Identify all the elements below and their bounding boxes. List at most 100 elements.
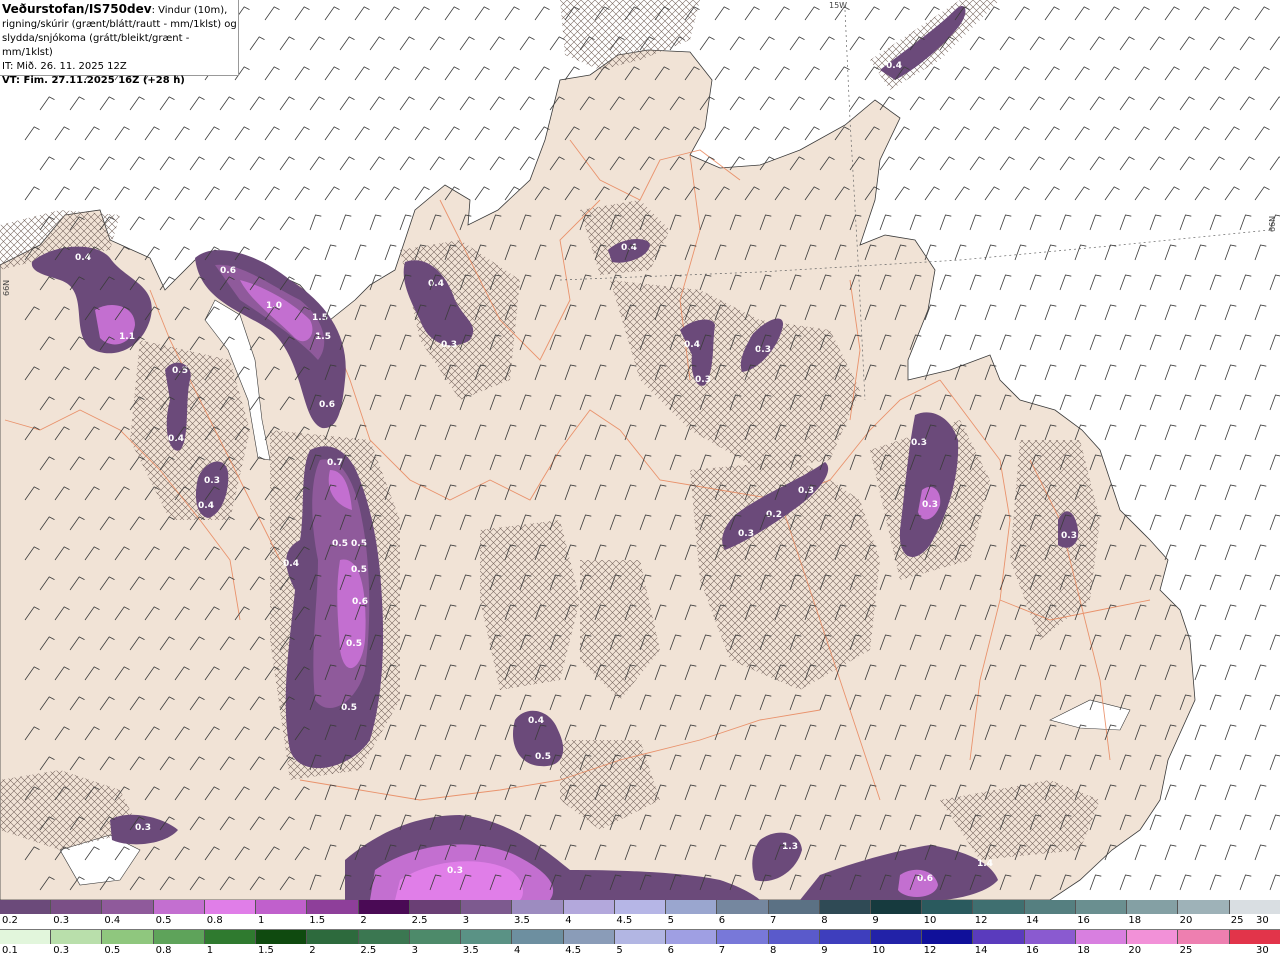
legend-label: 6 bbox=[667, 945, 674, 956]
snow-legend-labels: 0.2 0.3 0.4 0.5 0.8 1 1.5 2 2.5 3 3.5 4 4.5 5 6 7 8 9 10 12… bbox=[0, 915, 1280, 929]
rain-legend: 0.1 0.3 0.5 0.8 1 1.5 2 2.5 3 3.5 4 4.5 5 6 7 8 9 10 12 14 1… bbox=[0, 929, 1280, 958]
legend-swatch bbox=[512, 930, 564, 944]
legend-label: 0.8 bbox=[206, 915, 223, 926]
legend-label: 8 bbox=[770, 945, 777, 956]
legend-swatch bbox=[1229, 930, 1280, 944]
legend-swatch bbox=[563, 930, 615, 944]
legend-swatch bbox=[51, 900, 103, 914]
precip-value-label: 0.7 bbox=[327, 458, 343, 468]
legend-swatch bbox=[870, 930, 923, 944]
legend-label: 6 bbox=[718, 915, 726, 926]
legend-label: 25 bbox=[1230, 915, 1244, 926]
legend-label: 30 bbox=[1256, 945, 1269, 956]
legend-swatch bbox=[256, 900, 308, 914]
legend-label: 1.5 bbox=[309, 915, 326, 926]
legend-swatch bbox=[768, 900, 820, 914]
precip-value-label: 0.5 bbox=[351, 565, 367, 575]
precip-value-label: 0.5 bbox=[351, 539, 367, 549]
legend-swatch bbox=[922, 900, 974, 914]
valid-time: VT: Fim. 27.11.2025 16Z (+28 h) bbox=[2, 75, 185, 86]
legend-label: 0.5 bbox=[155, 915, 172, 926]
legend-label: 12 bbox=[974, 915, 988, 926]
legend-label: 10 bbox=[923, 915, 937, 926]
legend-label: 0.3 bbox=[53, 915, 70, 926]
legend-label: 14 bbox=[1026, 915, 1039, 926]
snow-legend: 0.2 0.3 0.4 0.5 0.8 1 1.5 2 2.5 3 3.5 4 4.5 5 6 7 8 9 10 12… bbox=[0, 900, 1280, 929]
precip-value-label: 0.5 bbox=[346, 639, 362, 649]
legend-label: 3 bbox=[411, 945, 418, 956]
legend-swatch bbox=[1127, 900, 1179, 914]
legend-label: 16 bbox=[1026, 945, 1039, 956]
precip-value-label: 0.4 bbox=[886, 61, 902, 71]
legend-label: 14 bbox=[974, 945, 988, 956]
legend-swatch bbox=[563, 900, 615, 914]
legend-swatch bbox=[1178, 900, 1230, 914]
precip-value-label: 0.3 bbox=[135, 823, 151, 833]
legend-label: 20 bbox=[1179, 915, 1193, 926]
map-title: Veðurstofan/IS750dev bbox=[2, 2, 152, 16]
legend-swatch bbox=[256, 930, 308, 944]
legend-label: 30 bbox=[1256, 915, 1269, 926]
precip-value-label: 0.4 bbox=[283, 559, 299, 569]
legend-swatch bbox=[461, 930, 513, 944]
precip-value-label: 0.3 bbox=[798, 486, 814, 496]
latitude-label-left: 66N bbox=[2, 279, 11, 296]
precip-value-label: 0.3 bbox=[441, 340, 457, 350]
legend-label: 3 bbox=[462, 915, 470, 926]
issue-time: IT: Mið. 26. 11. 2025 12Z bbox=[2, 61, 127, 72]
legend-swatch bbox=[0, 930, 52, 944]
legend-label: 0.4 bbox=[104, 915, 121, 926]
legend-swatch bbox=[870, 900, 923, 914]
map-description-2: rigning/skúrir (grænt/blátt/rautt - mm/1… bbox=[2, 19, 237, 30]
legend-swatch bbox=[819, 900, 871, 914]
legend-label: 9 bbox=[872, 915, 879, 926]
legend-label: 7 bbox=[770, 915, 777, 926]
legend-label: 1.5 bbox=[258, 945, 274, 956]
weather-map-view: 0.4 1.1 0.6 1.0 1.5 1.5 0.6 0.5 0.4 0.3 0.4 0.7 0.5 0… bbox=[0, 0, 1280, 958]
precip-value-label: 1.1 bbox=[119, 332, 135, 342]
legend-label: 7 bbox=[718, 945, 726, 956]
legend-swatch bbox=[204, 930, 257, 944]
legend-swatch bbox=[717, 930, 769, 944]
precip-value-label: 0.5 bbox=[332, 539, 348, 549]
legend-label: 8 bbox=[821, 915, 828, 926]
legend-swatch bbox=[768, 930, 820, 944]
legend-label: 2.5 bbox=[411, 915, 428, 926]
legend-swatch bbox=[666, 930, 718, 944]
legend-label: 10 bbox=[872, 945, 886, 956]
longitude-label: 15W bbox=[829, 1, 848, 10]
legend-label: 4.5 bbox=[565, 945, 582, 956]
legend-label: 0.3 bbox=[53, 945, 70, 956]
precip-value-label: 0.3 bbox=[738, 529, 754, 539]
precip-value-label: 1.0 bbox=[266, 301, 282, 311]
precip-value-label: 0.6 bbox=[319, 400, 335, 410]
legend-swatch bbox=[204, 900, 257, 914]
legend-swatch bbox=[461, 900, 513, 914]
rain-legend-swatches bbox=[0, 930, 1280, 944]
precip-value-label: 0.4 bbox=[528, 716, 544, 726]
legend-label: 9 bbox=[821, 945, 828, 956]
snow-legend-swatches bbox=[0, 900, 1280, 914]
precip-value-label: 0.4 bbox=[198, 501, 214, 511]
precip-value-label: 0.2 bbox=[766, 510, 782, 520]
precip-value-label: 1.4 bbox=[977, 859, 993, 869]
legend-label: 25 bbox=[1179, 945, 1193, 956]
legend-label: 1 bbox=[206, 945, 214, 956]
legend-swatch bbox=[1075, 930, 1128, 944]
map-description-1: : Vindur (10m), bbox=[151, 5, 228, 16]
legend-swatch bbox=[973, 930, 1025, 944]
legend-swatch bbox=[1229, 900, 1280, 914]
legend-label: 2.5 bbox=[360, 945, 377, 956]
legend-swatch bbox=[666, 900, 718, 914]
legend-swatch bbox=[307, 900, 359, 914]
legend-swatch bbox=[102, 930, 154, 944]
legend-swatch bbox=[973, 900, 1025, 914]
precip-value-label: 0.3 bbox=[911, 438, 927, 448]
legend-swatch bbox=[1127, 930, 1179, 944]
legend-swatch bbox=[0, 900, 52, 914]
precip-value-label: 1.5 bbox=[315, 332, 331, 342]
legend-swatch bbox=[1024, 930, 1076, 944]
precip-value-label: 0.5 bbox=[535, 752, 551, 762]
legend-swatch bbox=[1024, 900, 1076, 914]
precip-value-label: 0.3 bbox=[755, 345, 771, 355]
